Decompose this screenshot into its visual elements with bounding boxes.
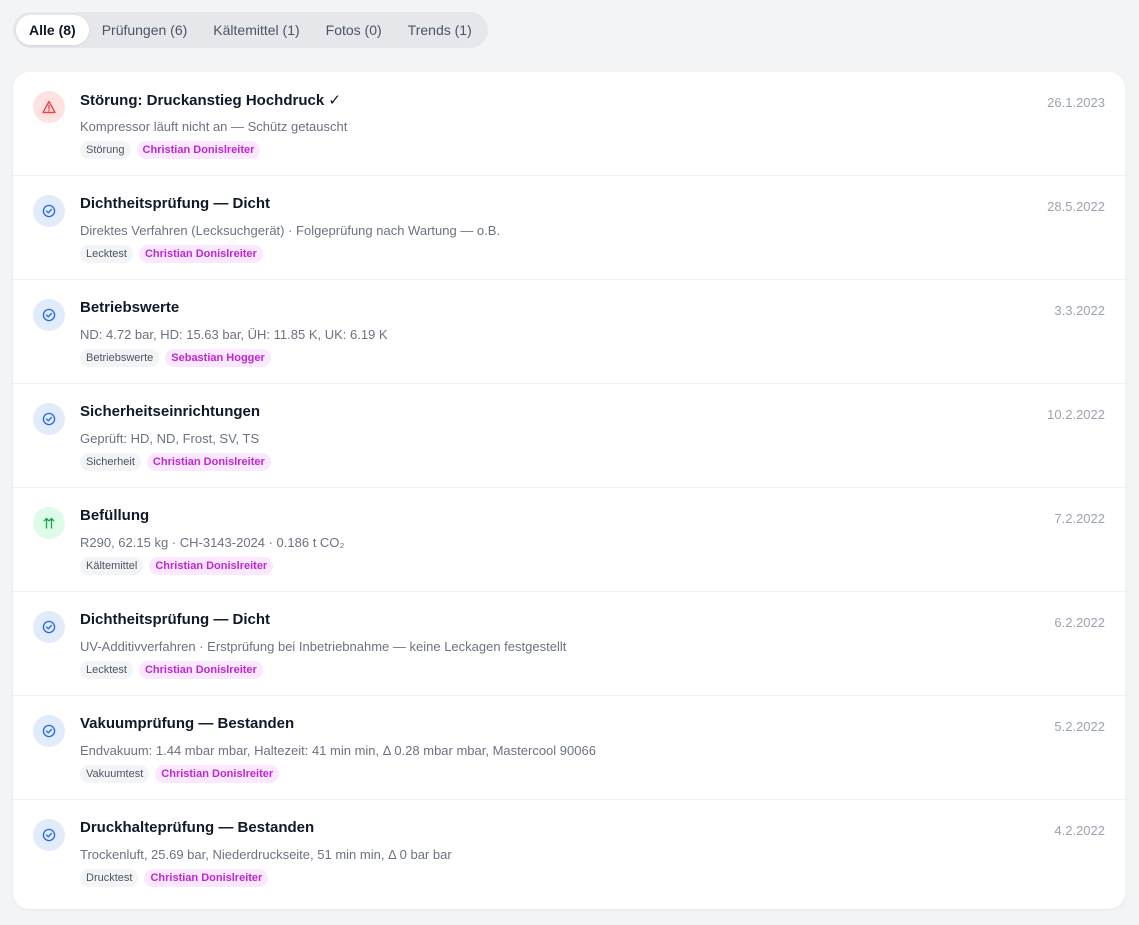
entry-date: 4.2.2022 — [1054, 823, 1105, 838]
person-tag: Christian Donislreiter — [138, 661, 263, 679]
entry-tags: Betriebswerte Sebastian Hogger — [80, 349, 271, 367]
entry-description: R290, 62.15 kg · CH-3143-2024 · 0.186 t … — [80, 535, 345, 550]
person-tag: Christian Donislreiter — [149, 557, 274, 575]
entry-date: 7.2.2022 — [1054, 511, 1105, 526]
tab-trends[interactable]: Trends (1) — [395, 15, 485, 45]
list-item[interactable]: Vakuumprüfung — Bestanden 5.2.2022 Endva… — [13, 696, 1125, 800]
type-tag: Lecktest — [80, 661, 133, 679]
entry-title: Befüllung — [80, 507, 150, 524]
entry-date: 5.2.2022 — [1054, 719, 1105, 734]
entry-description: UV-Additivverfahren · Erstprüfung bei In… — [80, 639, 567, 654]
entry-description: Trockenluft, 25.69 bar, Niederdruckseite… — [80, 847, 452, 862]
entry-description: ND: 4.72 bar, HD: 15.63 bar, ÜH: 11.85 K… — [80, 327, 388, 342]
fill-arrows-icon — [33, 507, 65, 539]
person-tag: Christian Donislreiter — [144, 869, 269, 887]
entry-date: 10.2.2022 — [1047, 407, 1105, 422]
entry-tags: Lecktest Christian Donislreiter — [80, 245, 263, 263]
entry-title: Druckhalteprüfung — Bestanden — [80, 819, 315, 836]
person-tag: Christian Donislreiter — [138, 245, 263, 263]
type-tag: Lecktest — [80, 245, 133, 263]
person-tag: Christian Donislreiter — [136, 141, 261, 159]
entry-title: Betriebswerte — [80, 299, 180, 316]
list-item[interactable]: Befüllung 7.2.2022 R290, 62.15 kg · CH-3… — [13, 488, 1125, 592]
check-circle-icon — [33, 403, 65, 435]
check-circle-icon — [33, 715, 65, 747]
type-tag: Betriebswerte — [80, 349, 160, 367]
entry-tags: Lecktest Christian Donislreiter — [80, 661, 263, 679]
check-circle-icon — [33, 299, 65, 331]
entry-description: Endvakuum: 1.44 mbar mbar, Haltezeit: 41… — [80, 743, 596, 758]
entry-title: Vakuumprüfung — Bestanden — [80, 715, 295, 732]
entry-description: Kompressor läuft nicht an — Schütz getau… — [80, 119, 348, 134]
type-tag: Kältemittel — [80, 557, 144, 575]
filter-tabs: Alle (8) Prüfungen (6) Kältemittel (1) F… — [13, 12, 488, 48]
warning-triangle-icon — [33, 91, 65, 123]
person-tag: Christian Donislreiter — [146, 453, 271, 471]
entry-tags: Vakuumtest Christian Donislreiter — [80, 765, 280, 783]
entry-date: 6.2.2022 — [1054, 615, 1105, 630]
list-item[interactable]: Druckhalteprüfung — Bestanden 4.2.2022 T… — [13, 800, 1125, 904]
list-item[interactable]: Dichtheitsprüfung — Dicht 28.5.2022 Dire… — [13, 176, 1125, 280]
entry-description: Direktes Verfahren (Lecksuchgerät) · Fol… — [80, 223, 501, 238]
list-item[interactable]: Sicherheitseinrichtungen 10.2.2022 Geprü… — [13, 384, 1125, 488]
tab-alle[interactable]: Alle (8) — [16, 15, 89, 45]
entry-date: 26.1.2023 — [1047, 95, 1105, 110]
person-tag: Christian Donislreiter — [155, 765, 280, 783]
entry-date: 3.3.2022 — [1054, 303, 1105, 318]
check-circle-icon — [33, 819, 65, 851]
check-circle-icon — [33, 195, 65, 227]
check-circle-icon — [33, 611, 65, 643]
type-tag: Störung — [80, 141, 131, 159]
entry-date: 28.5.2022 — [1047, 199, 1105, 214]
entry-title: Störung: Druckanstieg Hochdruck ✓ — [80, 92, 341, 109]
entry-title: Dichtheitsprüfung — Dicht — [80, 611, 270, 628]
type-tag: Drucktest — [80, 869, 139, 887]
entry-tags: Sicherheit Christian Donislreiter — [80, 453, 271, 471]
entry-tags: Drucktest Christian Donislreiter — [80, 869, 269, 887]
tab-fotos[interactable]: Fotos (0) — [313, 15, 395, 45]
type-tag: Vakuumtest — [80, 765, 150, 783]
entry-title: Sicherheitseinrichtungen — [80, 403, 261, 420]
entry-title: Dichtheitsprüfung — Dicht — [80, 195, 270, 212]
entry-tags: Störung Christian Donislreiter — [80, 141, 261, 159]
entry-description: Geprüft: HD, ND, Frost, SV, TS — [80, 431, 260, 446]
tab-kaeltemittel[interactable]: Kältemittel (1) — [200, 15, 312, 45]
type-tag: Sicherheit — [80, 453, 141, 471]
list-item[interactable]: Störung: Druckanstieg Hochdruck ✓ 26.1.2… — [13, 72, 1125, 176]
list-item[interactable]: Dichtheitsprüfung — Dicht 6.2.2022 UV-Ad… — [13, 592, 1125, 696]
entry-tags: Kältemittel Christian Donislreiter — [80, 557, 274, 575]
history-list: Störung: Druckanstieg Hochdruck ✓ 26.1.2… — [13, 72, 1125, 909]
person-tag: Sebastian Hogger — [165, 349, 271, 367]
tab-pruefungen[interactable]: Prüfungen (6) — [89, 15, 201, 45]
list-item[interactable]: Betriebswerte 3.3.2022 ND: 4.72 bar, HD:… — [13, 280, 1125, 384]
